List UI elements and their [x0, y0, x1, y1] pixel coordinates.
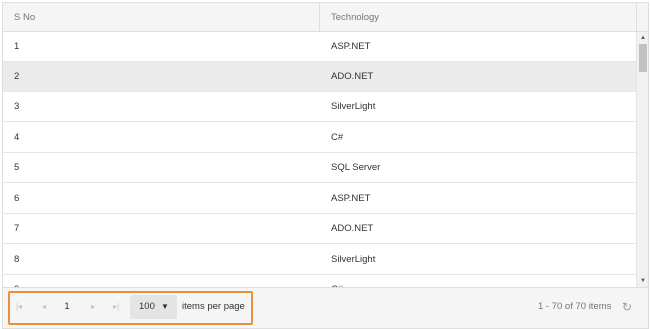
pager: |◂ ◂ 1 ▸ ▸| 100 ▼ items per page 1 - 70 … — [3, 287, 648, 328]
cell-technology[interactable]: C# — [320, 275, 636, 287]
pager-info: 1 - 70 of 70 items — [538, 301, 612, 312]
grid-header: S No Technology — [3, 3, 648, 32]
cell-sno[interactable]: 6 — [3, 184, 320, 214]
current-page-number[interactable]: 1 — [58, 299, 76, 315]
data-grid: S No Technology 1 ASP.NET 2 ADO.NET 3 Si… — [2, 2, 649, 329]
items-per-page-label: items per page — [182, 301, 245, 312]
scroll-up-icon[interactable]: ▲ — [637, 33, 648, 43]
cell-sno[interactable]: 3 — [3, 92, 320, 122]
table-row[interactable]: 4 C# — [3, 123, 636, 153]
refresh-icon[interactable]: ↻ — [620, 300, 634, 314]
vertical-scrollbar[interactable]: ▲ ▼ — [636, 32, 648, 287]
page-size-dropdown[interactable]: 100 ▼ — [130, 295, 177, 319]
cell-sno[interactable]: 5 — [3, 153, 320, 183]
cell-technology[interactable]: SQL Server — [320, 153, 636, 183]
cell-technology[interactable]: ADO.NET — [320, 214, 636, 244]
cell-sno[interactable]: 9 — [3, 275, 320, 287]
page-size-value: 100 — [139, 301, 155, 312]
cell-sno[interactable]: 4 — [3, 123, 320, 153]
table-row-selected[interactable]: 2 ADO.NET — [3, 62, 636, 92]
column-header-sno[interactable]: S No — [3, 3, 320, 32]
table-row[interactable]: 9 C# — [3, 275, 636, 287]
table-row[interactable]: 3 SilverLight — [3, 92, 636, 122]
table-row[interactable]: 6 ASP.NET — [3, 184, 636, 214]
next-page-icon[interactable]: ▸ — [86, 300, 100, 314]
cell-sno[interactable]: 8 — [3, 245, 320, 275]
scrollbar-thumb[interactable] — [639, 44, 647, 72]
table-row[interactable]: 1 ASP.NET — [3, 32, 636, 62]
table-row[interactable]: 8 SilverLight — [3, 245, 636, 275]
last-page-icon[interactable]: ▸| — [109, 300, 123, 314]
table-row[interactable]: 5 SQL Server — [3, 153, 636, 183]
header-scrollbar-spacer — [636, 3, 648, 32]
first-page-icon[interactable]: |◂ — [12, 300, 26, 314]
cell-technology[interactable]: SilverLight — [320, 245, 636, 275]
cell-sno[interactable]: 1 — [3, 32, 320, 62]
cell-technology[interactable]: SilverLight — [320, 92, 636, 122]
cell-sno[interactable]: 7 — [3, 214, 320, 244]
cell-sno[interactable]: 2 — [3, 62, 320, 92]
scroll-down-icon[interactable]: ▼ — [637, 276, 648, 286]
grid-content: 1 ASP.NET 2 ADO.NET 3 SilverLight 4 C# 5… — [3, 32, 636, 287]
table-row[interactable]: 7 ADO.NET — [3, 214, 636, 244]
cell-technology[interactable]: ADO.NET — [320, 62, 636, 92]
chevron-down-icon: ▼ — [161, 302, 169, 311]
cell-technology[interactable]: ASP.NET — [320, 32, 636, 62]
cell-technology[interactable]: ASP.NET — [320, 184, 636, 214]
column-header-technology[interactable]: Technology — [320, 3, 636, 32]
previous-page-icon[interactable]: ◂ — [37, 300, 51, 314]
cell-technology[interactable]: C# — [320, 123, 636, 153]
